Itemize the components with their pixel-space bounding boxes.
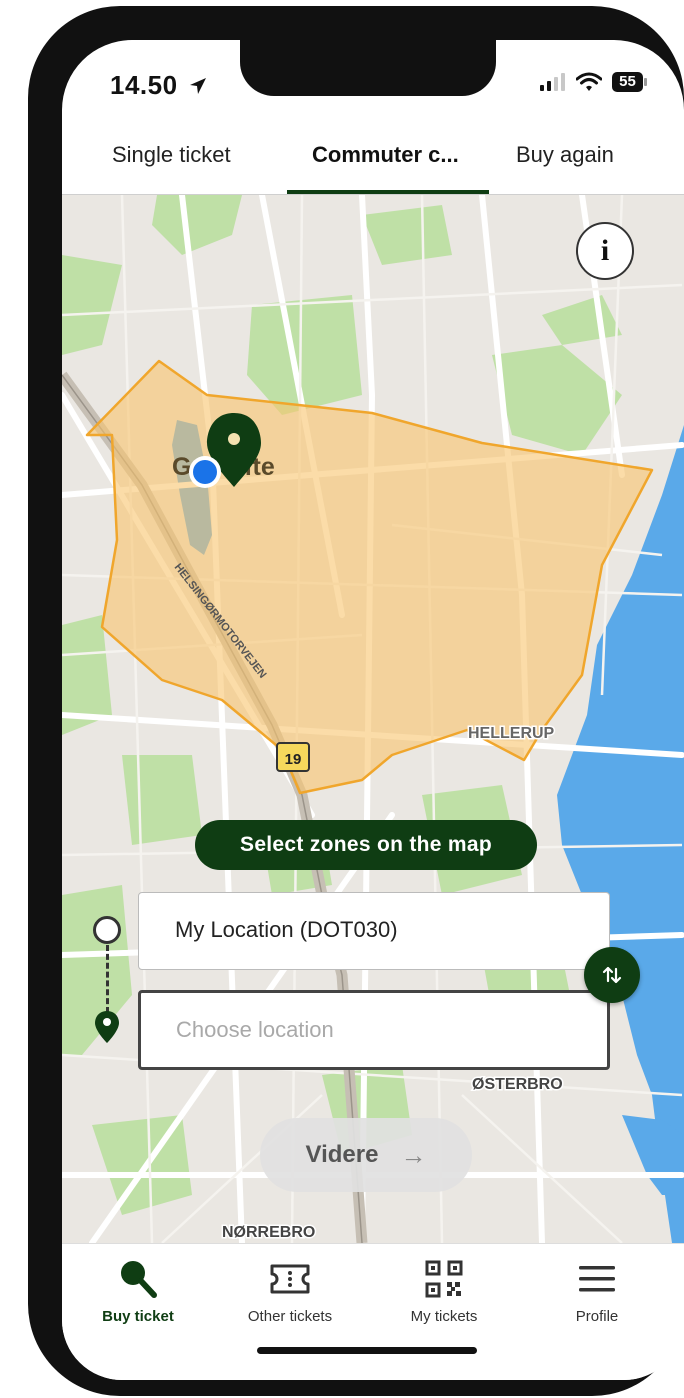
tab-single-ticket[interactable]: Single ticket bbox=[112, 142, 231, 168]
current-location-dot bbox=[189, 456, 221, 488]
notch bbox=[240, 40, 496, 96]
status-time-text: 14.50 bbox=[110, 70, 178, 100]
tab-buy-again[interactable]: Buy again bbox=[516, 142, 614, 168]
origin-marker-icon bbox=[93, 916, 121, 944]
home-indicator[interactable] bbox=[257, 1347, 477, 1354]
continue-label: Videre bbox=[305, 1141, 379, 1168]
nav-other-tickets[interactable]: Other tickets bbox=[220, 1256, 360, 1325]
ticket-type-tabs: Single ticket Commuter c... Buy again bbox=[62, 130, 684, 195]
bottom-navigation: Buy ticket Other tickets My tickets Prof… bbox=[62, 1243, 684, 1380]
place-label-osterbro: ØSTERBRO bbox=[472, 1076, 563, 1093]
wifi-icon bbox=[576, 72, 602, 91]
route-connector-line bbox=[106, 945, 109, 1013]
nav-buy-ticket-label: Buy ticket bbox=[102, 1308, 174, 1325]
nav-profile[interactable]: Profile bbox=[527, 1256, 667, 1325]
nav-profile-label: Profile bbox=[575, 1308, 619, 1325]
park bbox=[122, 755, 202, 845]
svg-text:19: 19 bbox=[285, 751, 302, 768]
swap-arrows-icon bbox=[602, 966, 622, 984]
phone-screen: 14.50 55 Single ticket Commuter c... Buy… bbox=[62, 40, 684, 1380]
battery-level: 55 bbox=[619, 73, 636, 90]
to-location-placeholder: Choose location bbox=[176, 1017, 334, 1042]
nav-buy-ticket[interactable]: Buy ticket bbox=[68, 1256, 208, 1325]
place-label-norrebro: NØRREBRO bbox=[222, 1224, 315, 1241]
continue-button[interactable]: Videre → bbox=[260, 1118, 472, 1192]
to-location-field[interactable]: Choose location bbox=[138, 990, 610, 1070]
from-location-value: My Location (DOT030) bbox=[175, 917, 398, 942]
destination-marker-icon bbox=[94, 1010, 120, 1049]
map-info-button[interactable]: i bbox=[576, 222, 634, 280]
swap-locations-button[interactable] bbox=[584, 947, 640, 1003]
location-arrow-icon bbox=[190, 78, 207, 94]
battery-icon: 55 bbox=[612, 72, 648, 92]
ticket-icon bbox=[270, 1264, 310, 1294]
status-icons: 55 bbox=[540, 72, 648, 92]
from-location-field[interactable]: My Location (DOT030) bbox=[138, 892, 610, 970]
arrow-right-icon: → bbox=[400, 1139, 427, 1170]
map-canvas[interactable]: Gentofte HELSINGØRMOTORVEJEN 19 HELLERUP… bbox=[62, 195, 684, 1243]
nav-my-tickets-label: My tickets bbox=[410, 1308, 478, 1325]
tab-commuter-card[interactable]: Commuter c... bbox=[312, 142, 459, 168]
select-zones-label: Select zones on the map bbox=[240, 833, 492, 856]
signal-icon bbox=[540, 73, 565, 91]
menu-icon bbox=[579, 1266, 615, 1292]
select-zones-button[interactable]: Select zones on the map bbox=[195, 820, 537, 870]
qr-code-icon bbox=[425, 1260, 463, 1298]
search-icon bbox=[121, 1261, 157, 1298]
nav-other-tickets-label: Other tickets bbox=[247, 1308, 333, 1325]
zone-map[interactable]: Gentofte HELSINGØRMOTORVEJEN 19 HELLERUP… bbox=[62, 195, 684, 1243]
info-icon: i bbox=[600, 234, 610, 267]
nav-my-tickets[interactable]: My tickets bbox=[374, 1256, 514, 1325]
place-label-hellerup: HELLERUP bbox=[468, 725, 555, 742]
active-tab-indicator bbox=[287, 190, 489, 194]
status-time: 14.50 bbox=[110, 70, 207, 101]
route-shield-19: 19 bbox=[276, 742, 310, 772]
